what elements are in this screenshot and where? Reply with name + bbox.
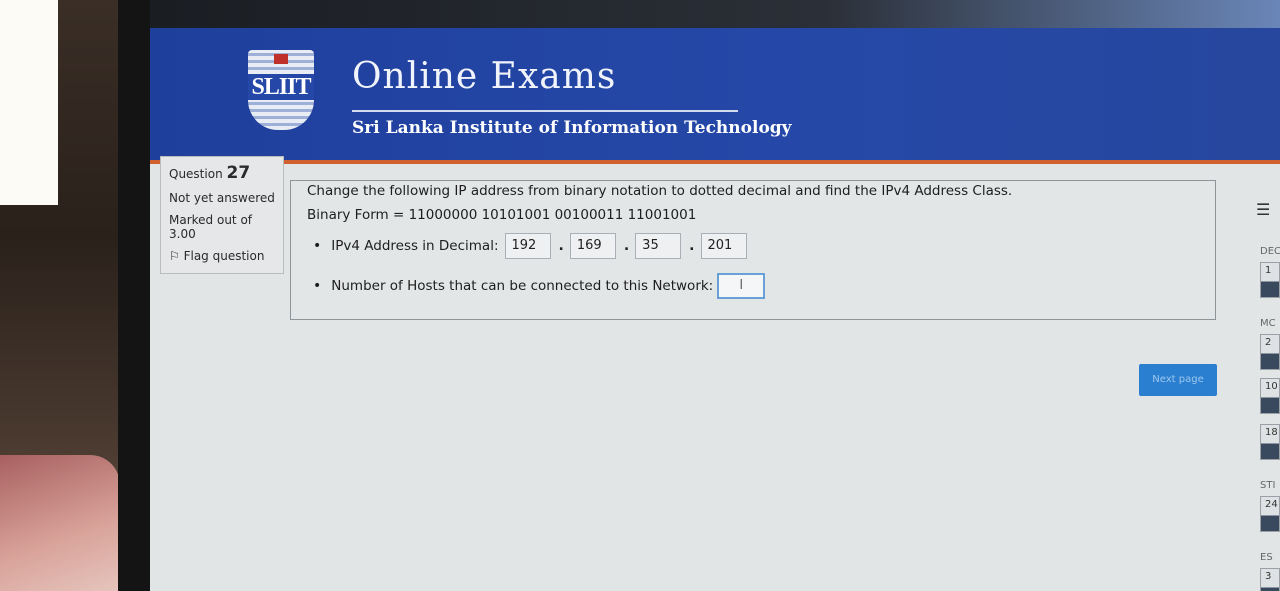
question-number: Question 27: [169, 163, 279, 183]
flag-question-link[interactable]: ⚐ Flag question: [169, 249, 279, 263]
nav-section-label: ES: [1260, 552, 1273, 563]
dot-separator: .: [623, 238, 630, 254]
logo-text: SLIIT: [248, 74, 314, 100]
window-light: [0, 0, 58, 205]
binary-form: Binary Form = 11000000 10101001 00100011…: [307, 207, 697, 223]
nav-section-label: DEC: [1260, 246, 1280, 257]
browser-top-bar: [150, 0, 1280, 28]
question-number-value: 27: [226, 163, 251, 183]
question-content: Change the following IP address from bin…: [290, 180, 1216, 320]
dot-separator: .: [689, 238, 695, 254]
octet-2-input[interactable]: 169: [569, 233, 616, 259]
text-cursor-icon: I: [739, 278, 744, 293]
marked-value: 3.00: [169, 227, 196, 241]
page-title: Online Exams: [352, 56, 617, 97]
octet-4-input[interactable]: 201: [700, 233, 747, 259]
nav-section-label: STI: [1260, 480, 1276, 491]
title-underline: [352, 110, 738, 112]
chair: [0, 455, 120, 591]
nav-question-button[interactable]: 10: [1260, 378, 1280, 414]
bullet-icon: •: [313, 238, 322, 254]
answer-status: Not yet answered: [169, 191, 275, 205]
nav-section-label: MC: [1260, 318, 1276, 329]
octet-1-input[interactable]: 192: [504, 233, 551, 259]
nav-question-button[interactable]: 2: [1260, 334, 1280, 370]
flag-icon: ⚐: [169, 249, 180, 263]
screen: SLIIT Online Exams Sri Lanka Institute o…: [150, 0, 1280, 591]
hamburger-icon[interactable]: ☰: [1256, 200, 1270, 219]
hosts-row: • Number of Hosts that can be connected …: [313, 273, 766, 299]
nav-question-button[interactable]: 1: [1260, 262, 1280, 298]
question-info-panel: Question 27 Not yet answered Marked out …: [160, 156, 284, 274]
ipv4-label: IPv4 Address in Decimal:: [331, 238, 499, 254]
next-page-button[interactable]: Next page: [1139, 364, 1217, 396]
ipv4-decimal-row: • IPv4 Address in Decimal: 192 . 169 . 3…: [313, 233, 747, 259]
nav-question-button[interactable]: 24: [1260, 496, 1280, 532]
sliit-logo: SLIIT: [248, 50, 314, 130]
question-label: Question: [169, 167, 223, 181]
logo-flag-icon: [274, 54, 288, 64]
bullet-icon: •: [313, 278, 322, 294]
flag-label: Flag question: [183, 249, 265, 263]
nav-question-button[interactable]: 3: [1260, 568, 1280, 591]
quiz-navigation: ☰ DEC 1 MC 2 10 18 STI 24 ES 3: [1244, 178, 1280, 591]
question-text: Change the following IP address from bin…: [307, 183, 1013, 199]
marked-label: Marked out of: [169, 213, 253, 227]
hosts-input[interactable]: I: [717, 273, 766, 299]
marks-info: Marked out of 3.00: [169, 213, 279, 241]
octet-3-input[interactable]: 35: [635, 233, 682, 259]
nav-question-button[interactable]: 18: [1260, 424, 1280, 460]
dot-separator: .: [558, 238, 564, 254]
institute-name: Sri Lanka Institute of Information Techn…: [352, 118, 792, 138]
site-header: SLIIT Online Exams Sri Lanka Institute o…: [150, 28, 1280, 164]
hosts-label: Number of Hosts that can be connected to…: [331, 278, 714, 294]
